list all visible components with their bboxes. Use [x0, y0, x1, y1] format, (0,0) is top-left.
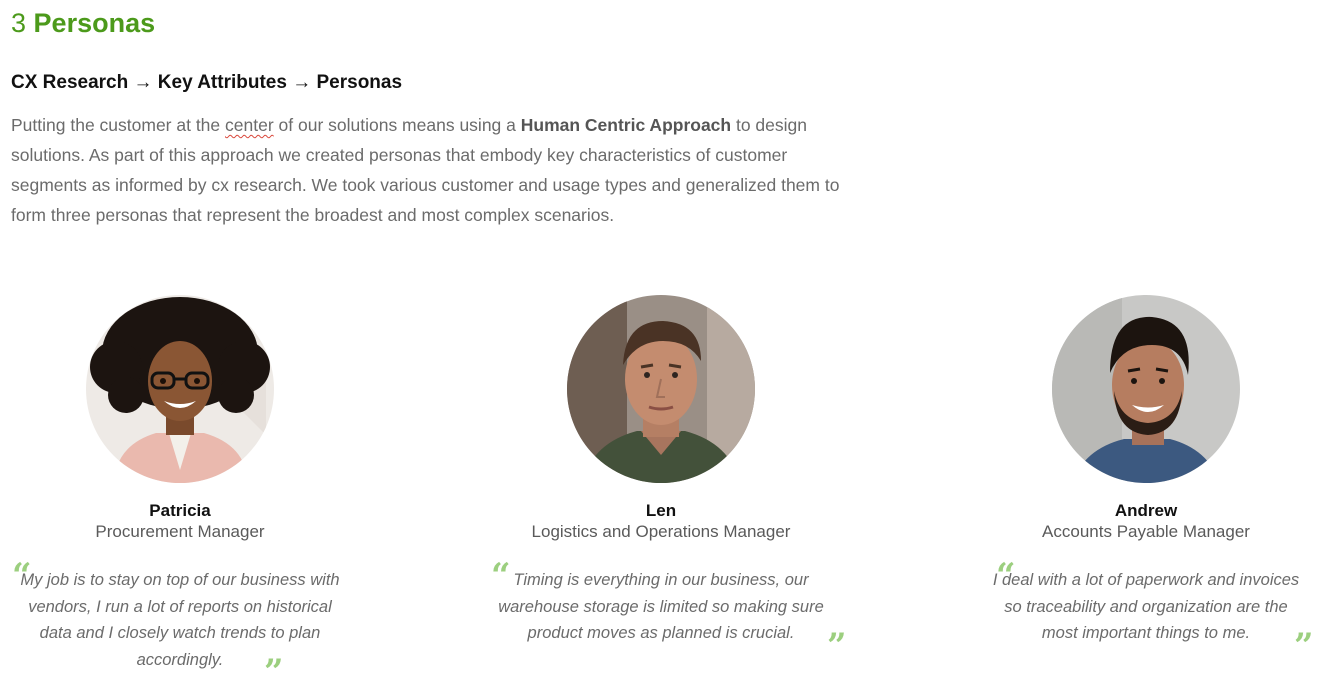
research-flow-heading: CX Research → Key Attributes → Personas	[11, 72, 403, 93]
close-quote-icon: ”	[1294, 626, 1314, 666]
persona-quote-text: Timing is everything in our business, ou…	[498, 571, 824, 642]
open-quote-icon: “	[491, 556, 511, 596]
persona-name: Andrew	[1114, 501, 1178, 520]
persona-card-patricia: Patricia Procurement Manager “ My job is…	[10, 295, 350, 689]
intro-text-2: of our solutions means using a	[273, 115, 521, 135]
avatar-len	[567, 295, 755, 483]
spellcheck-word: center	[225, 115, 274, 135]
persona-role: Logistics and Operations Manager	[531, 522, 791, 541]
persona-name: Patricia	[149, 501, 211, 520]
close-quote-icon: ”	[827, 626, 847, 666]
persona-name: Len	[645, 501, 677, 520]
persona-card-len: Len Logistics and Operations Manager “ T…	[491, 295, 847, 663]
persona-role: Accounts Payable Manager	[1042, 522, 1250, 541]
avatar-andrew	[1052, 295, 1240, 483]
persona-quote-text: I deal with a lot of paperwork and invoi…	[992, 571, 1300, 642]
section-title-text: Personas	[33, 8, 156, 38]
intro-text-1: Putting the customer at the	[11, 115, 226, 135]
persona-quote: “ I deal with a lot of paperwork and inv…	[976, 559, 1316, 663]
avatar-patricia	[86, 295, 274, 483]
intro-bold-phrase: Human Centric Approach	[520, 115, 732, 135]
persona-quote-text: My job is to stay on top of our business…	[20, 571, 340, 669]
intro-paragraph: Putting the customer at the center of ou…	[11, 110, 851, 230]
persona-quote: “ My job is to stay on top of our busine…	[10, 559, 350, 689]
open-quote-icon: “	[996, 556, 1016, 596]
persona-card-andrew: Andrew Accounts Payable Manager “ I deal…	[976, 295, 1316, 663]
persona-quote: “ Timing is everything in our business, …	[491, 559, 847, 663]
section-title: 3 Personas	[11, 4, 155, 42]
section-number: 3	[11, 8, 27, 38]
open-quote-icon: “	[12, 556, 32, 596]
persona-role: Procurement Manager	[95, 522, 265, 541]
